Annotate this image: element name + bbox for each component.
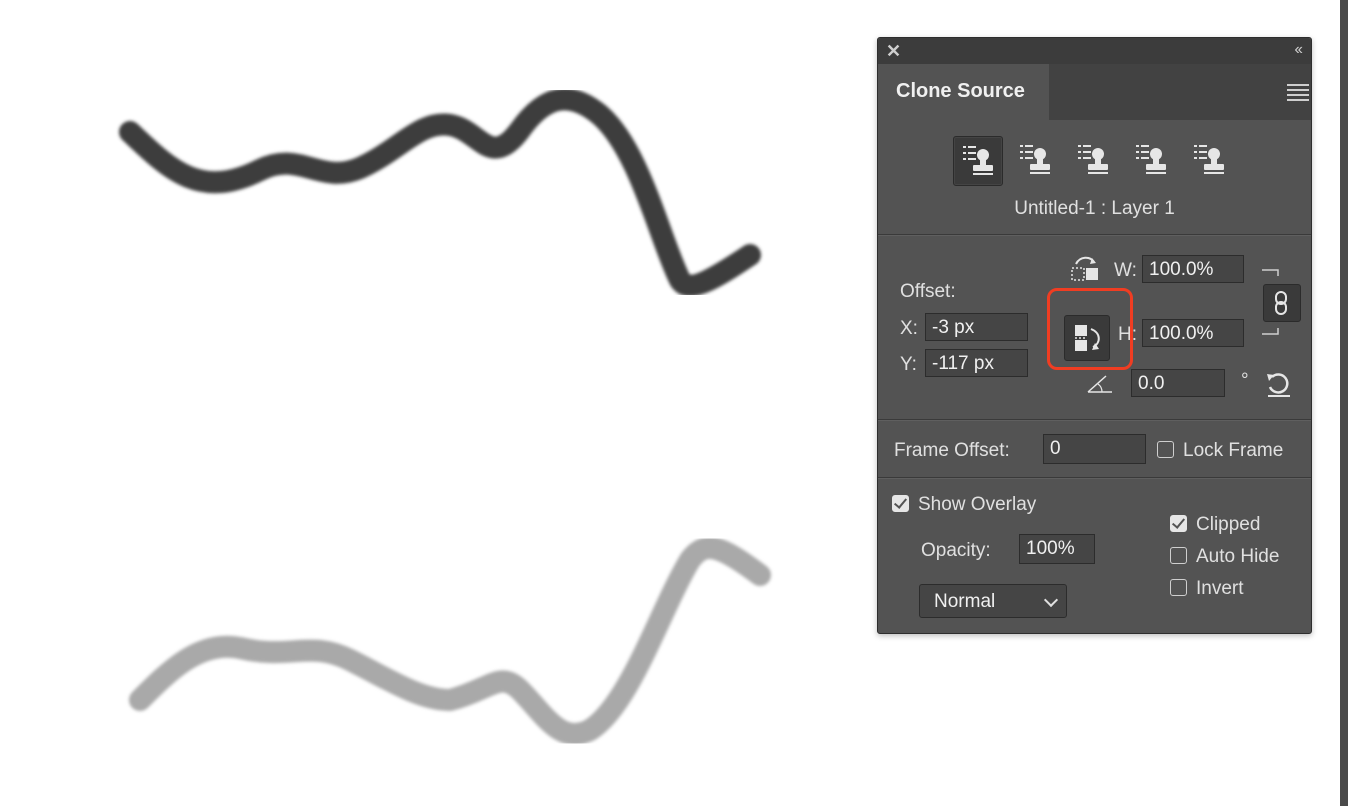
window-edge: [1340, 0, 1348, 806]
chevron-down-icon: [1043, 592, 1059, 608]
panel-tabbar: Clone Source: [878, 64, 1311, 120]
clone-stamp-icon: [1020, 145, 1050, 174]
invert-checkbox[interactable]: [1170, 579, 1187, 596]
degree-symbol: °: [1241, 370, 1249, 391]
offset-y-field[interactable]: -117 px: [925, 349, 1028, 377]
clone-stamp-icon: [1078, 145, 1108, 174]
divider: [878, 477, 1311, 479]
clipped-label: Clipped: [1196, 514, 1261, 535]
source-layer-name: Untitled-1 : Layer 1: [1014, 198, 1175, 219]
clone-stamp-icon: [1136, 145, 1166, 174]
y-label: Y:: [900, 354, 917, 375]
clipped-checkbox[interactable]: [1170, 515, 1187, 532]
chain-link-icon: [1275, 291, 1287, 315]
angle-field[interactable]: 0.0: [1131, 369, 1225, 397]
brush-stroke-top: [119, 88, 761, 297]
lock-frame-checkbox[interactable]: [1157, 441, 1174, 458]
clone-source-2-button[interactable]: [1011, 136, 1059, 184]
panel-menu-icon[interactable]: [1287, 84, 1309, 101]
show-overlay-label: Show Overlay: [918, 494, 1037, 515]
blend-mode-value: Normal: [934, 591, 996, 612]
lock-frame-label: Lock Frame: [1183, 440, 1284, 461]
clone-source-4-button[interactable]: [1127, 136, 1175, 184]
w-label: W:: [1114, 260, 1137, 281]
frame-offset-label: Frame Offset:: [894, 440, 1010, 461]
angle-icon: [1087, 375, 1112, 393]
clone-source-5-button[interactable]: [1185, 136, 1233, 184]
clone-source-3-button[interactable]: [1069, 136, 1117, 184]
offset-label: Offset:: [900, 281, 956, 302]
panel-titlebar[interactable]: ✕ ‹‹: [878, 38, 1311, 64]
clone-source-1-button[interactable]: [953, 136, 1003, 186]
auto-hide-checkbox[interactable]: [1170, 547, 1187, 564]
opacity-label: Opacity:: [921, 540, 991, 561]
opacity-field[interactable]: 100%: [1019, 534, 1095, 564]
clone-stamp-icon: [963, 146, 993, 175]
blend-mode-select[interactable]: Normal: [919, 584, 1067, 618]
show-overlay-checkbox[interactable]: [892, 495, 909, 512]
width-field[interactable]: 100.0%: [1142, 255, 1244, 283]
tab-clone-source[interactable]: Clone Source: [878, 64, 1049, 120]
invert-label: Invert: [1196, 578, 1244, 599]
x-label: X:: [900, 318, 918, 339]
flip-horizontal-icon[interactable]: [1070, 254, 1102, 282]
frame-offset-field[interactable]: 0: [1043, 434, 1146, 464]
collapse-icon[interactable]: ‹‹: [1279, 39, 1303, 61]
auto-hide-label: Auto Hide: [1196, 546, 1280, 567]
reset-transform-icon[interactable]: [1264, 371, 1292, 399]
clone-stamp-icon: [1194, 145, 1224, 174]
close-icon[interactable]: ✕: [886, 40, 904, 62]
brush-stroke-bottom: [129, 537, 771, 745]
annotation-highlight: [1047, 288, 1133, 370]
height-field[interactable]: 100.0%: [1142, 319, 1244, 347]
link-button[interactable]: [1263, 284, 1301, 322]
tab-label: Clone Source: [896, 80, 1025, 102]
divider: [878, 234, 1311, 236]
divider: [878, 419, 1311, 421]
offset-x-field[interactable]: -3 px: [925, 313, 1028, 341]
